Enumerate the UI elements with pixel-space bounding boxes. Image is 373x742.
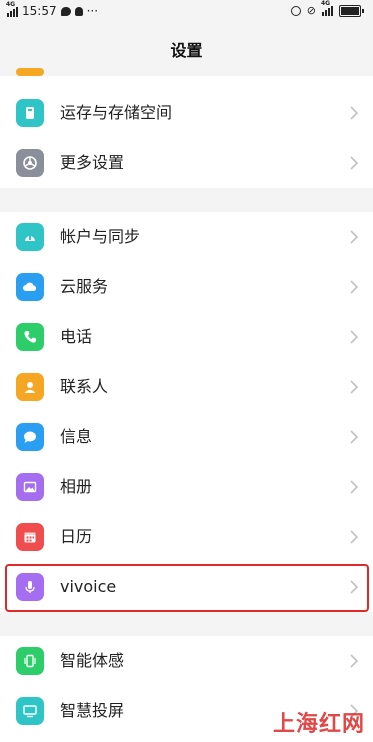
row-label: 智慧投屏 bbox=[60, 701, 125, 720]
row-label: 云服务 bbox=[60, 277, 109, 296]
cellular-signal-right-icon: 4G bbox=[321, 0, 333, 16]
status-right: ⊘ 4G bbox=[290, 0, 364, 17]
chevron-right-icon bbox=[349, 653, 359, 669]
mute-icon: ⊘ bbox=[306, 4, 316, 17]
settings-group-2: 帐户与同步 云服务 电话 联系人 信息 相册 日历 vivoice bbox=[0, 212, 373, 612]
settings-row-calendar[interactable]: 日历 bbox=[0, 512, 373, 562]
microphone-icon bbox=[16, 573, 44, 601]
chevron-right-icon bbox=[349, 155, 359, 171]
row-label: 日历 bbox=[60, 527, 93, 546]
message-icon bbox=[16, 423, 44, 451]
network-type-label: 4G bbox=[6, 0, 16, 8]
settings-row-messages[interactable]: 信息 bbox=[0, 412, 373, 462]
settings-row-contacts[interactable]: 联系人 bbox=[0, 362, 373, 412]
chevron-right-icon bbox=[349, 529, 359, 545]
partial-row-icon bbox=[16, 68, 44, 76]
battery-icon bbox=[339, 4, 364, 17]
settings-row-account-sync[interactable]: 帐户与同步 bbox=[0, 212, 373, 262]
settings-row-cloud-service[interactable]: 云服务 bbox=[0, 262, 373, 312]
chevron-right-icon bbox=[349, 579, 359, 595]
phone-icon bbox=[16, 323, 44, 351]
row-label: vivoice bbox=[60, 577, 117, 596]
row-label: 信息 bbox=[60, 427, 93, 446]
settings-row-smart-motion[interactable]: 智能体感 bbox=[0, 636, 373, 686]
smart-motion-icon bbox=[16, 647, 44, 675]
status-bar: 4G 15:57 ··· ⊘ 4G bbox=[0, 0, 373, 26]
alarm-icon bbox=[290, 5, 301, 16]
settings-row-album[interactable]: 相册 bbox=[0, 462, 373, 512]
contacts-icon bbox=[16, 373, 44, 401]
chevron-right-icon bbox=[349, 279, 359, 295]
network-type-right-label: 4G bbox=[321, 0, 331, 7]
settings-row-storage[interactable]: 运存与存储空间 bbox=[0, 88, 373, 138]
row-label: 电话 bbox=[60, 327, 93, 346]
chat-notification-icon bbox=[60, 6, 71, 16]
chevron-right-icon bbox=[349, 229, 359, 245]
row-label: 运存与存储空间 bbox=[60, 103, 173, 122]
settings-row-more-settings[interactable]: 更多设置 bbox=[0, 138, 373, 188]
clock: 15:57 bbox=[22, 4, 57, 18]
row-label: 联系人 bbox=[60, 377, 109, 396]
account-sync-icon bbox=[16, 223, 44, 251]
chevron-right-icon bbox=[349, 429, 359, 445]
chevron-right-icon bbox=[349, 105, 359, 121]
chevron-right-icon bbox=[349, 329, 359, 345]
cloud-icon bbox=[16, 273, 44, 301]
calendar-icon bbox=[16, 523, 44, 551]
watermark-text: 上海红网 bbox=[272, 712, 365, 737]
chevron-right-icon bbox=[349, 379, 359, 395]
row-label: 相册 bbox=[60, 477, 93, 496]
storage-icon bbox=[16, 99, 44, 127]
more-notifications-icon: ··· bbox=[86, 4, 99, 18]
row-label: 更多设置 bbox=[60, 153, 125, 172]
settings-gear-icon bbox=[16, 149, 44, 177]
settings-group-1: 运存与存储空间 更多设置 bbox=[0, 68, 373, 188]
bulb-notification-icon bbox=[74, 6, 83, 16]
cellular-signal-icon: 4G bbox=[6, 1, 18, 17]
page-title: 设置 bbox=[0, 26, 373, 76]
album-icon bbox=[16, 473, 44, 501]
row-label: 帐户与同步 bbox=[60, 227, 141, 246]
status-left: 4G 15:57 ··· bbox=[6, 1, 99, 19]
settings-row-vivoice[interactable]: vivoice bbox=[0, 562, 373, 612]
screen-cast-icon bbox=[16, 697, 44, 725]
row-label: 智能体感 bbox=[60, 651, 125, 670]
settings-row-phone[interactable]: 电话 bbox=[0, 312, 373, 362]
chevron-right-icon bbox=[349, 479, 359, 495]
